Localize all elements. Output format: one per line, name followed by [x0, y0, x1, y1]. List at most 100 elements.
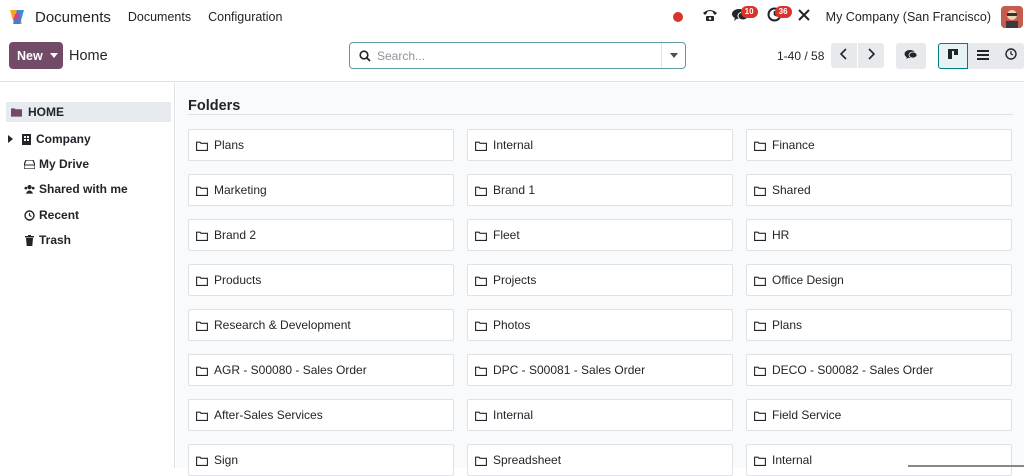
new-button[interactable]: New — [9, 42, 63, 69]
folder-icon — [196, 185, 208, 196]
folder-card[interactable]: After-Sales Services — [188, 399, 454, 431]
folder-name: Plans — [214, 138, 245, 152]
menu-configuration[interactable]: Configuration — [208, 10, 282, 24]
folder-card[interactable]: HR — [746, 219, 1012, 251]
folder-name: DPC - S00081 - Sales Order — [493, 363, 646, 377]
chatter-toggle-button[interactable] — [896, 43, 926, 69]
folder-name: Sign — [214, 453, 239, 467]
folder-card[interactable]: Plans — [188, 129, 454, 161]
folder-name: Office Design — [772, 273, 844, 287]
pager-next-button[interactable] — [858, 43, 884, 68]
folder-name: Projects — [493, 273, 537, 287]
trash-icon — [24, 234, 35, 246]
sidebar-item-shared-with-me[interactable]: Shared with me — [24, 179, 128, 199]
sidebar-item-label: HOME — [28, 105, 64, 119]
caret-right-icon[interactable] — [8, 135, 16, 143]
phone-icon — [702, 8, 718, 27]
sidebar-item-label: My Drive — [39, 157, 90, 171]
folder-icon — [475, 185, 487, 196]
folder-card[interactable]: Photos — [467, 309, 733, 341]
kanban-view-button[interactable] — [938, 43, 968, 69]
breadcrumb: Home — [69, 48, 108, 64]
control-panel: New Home 1-40 / 58 — [0, 34, 1024, 82]
folder-card[interactable]: AGR - S00080 - Sales Order — [188, 354, 454, 386]
folder-icon — [196, 320, 208, 331]
folder-icon — [475, 455, 487, 466]
search-bar[interactable] — [349, 42, 686, 69]
search-input[interactable] — [377, 48, 657, 63]
company-switcher[interactable]: My Company (San Francisco) — [826, 10, 991, 24]
activities-button[interactable]: 36 — [758, 0, 792, 34]
main-navbar: Documents Documents Configuration 10 36 — [0, 0, 1024, 34]
folder-icon — [196, 275, 208, 286]
folder-card[interactable]: DECO - S00082 - Sales Order — [746, 354, 1012, 386]
sidebar-item-home[interactable]: HOME — [6, 102, 171, 122]
app-name: Documents — [35, 8, 111, 26]
folder-name: Plans — [772, 318, 803, 332]
user-avatar[interactable] — [1001, 6, 1023, 28]
caret-down-icon — [669, 53, 678, 58]
phone-button[interactable] — [696, 0, 724, 34]
folder-card[interactable]: DPC - S00081 - Sales Order — [467, 354, 733, 386]
folder-card[interactable]: Finance — [746, 129, 1012, 161]
sidebar-item-label: Trash — [39, 233, 72, 247]
activity-view-button[interactable] — [998, 43, 1024, 69]
folder-name: Internal — [493, 408, 534, 422]
sidebar-item-recent[interactable]: Recent — [24, 205, 79, 225]
folder-card[interactable]: Plans — [746, 309, 1012, 341]
folder-name: DECO - S00082 - Sales Order — [772, 363, 934, 377]
folder-icon — [196, 140, 208, 151]
folder-name: Brand 1 — [493, 183, 536, 197]
debug-tools-button[interactable] — [792, 0, 816, 34]
folder-card[interactable]: Spreadsheet — [467, 444, 733, 476]
tools-icon — [797, 8, 811, 27]
sidebar-item-my-drive[interactable]: My Drive — [24, 154, 89, 174]
folder-card[interactable]: Brand 1 — [467, 174, 733, 206]
documents-app-icon — [8, 8, 26, 26]
folder-icon — [754, 365, 766, 376]
folder-card[interactable]: Office Design — [746, 264, 1012, 296]
sidebar-item-label: Recent — [39, 208, 80, 222]
folder-name: AGR - S00080 - Sales Order — [214, 363, 367, 377]
folder-name: Internal — [772, 453, 813, 467]
sidebar-item-company[interactable]: Company — [8, 129, 91, 149]
list-view-button[interactable] — [968, 43, 998, 69]
pager-previous-button[interactable] — [831, 43, 857, 68]
horizontal-scrollbar[interactable] — [908, 465, 1024, 467]
folder-icon — [475, 140, 487, 151]
folder-icon — [754, 230, 766, 241]
recording-indicator[interactable] — [672, 0, 696, 34]
folder-card[interactable]: Field Service — [746, 399, 1012, 431]
folder-card[interactable]: Internal — [467, 129, 733, 161]
folder-name: Products — [214, 273, 262, 287]
sidebar-item-trash[interactable]: Trash — [24, 230, 71, 250]
app-brand[interactable]: Documents — [8, 8, 111, 26]
folder-icon — [475, 410, 487, 421]
systray: 10 36 My Company (San Francisco) — [672, 0, 1024, 34]
folder-name: Photos — [493, 318, 531, 332]
folder-card[interactable]: Marketing — [188, 174, 454, 206]
folder-card[interactable]: Research & Development — [188, 309, 454, 341]
folder-icon — [754, 320, 766, 331]
folder-name: Finance — [772, 138, 815, 152]
search-icon — [359, 49, 371, 62]
folder-name: Marketing — [214, 183, 267, 197]
folder-card[interactable]: Sign — [188, 444, 454, 476]
folder-card[interactable]: Brand 2 — [188, 219, 454, 251]
messages-button[interactable]: 10 — [724, 0, 758, 34]
chevron-left-icon — [839, 47, 848, 65]
folder-card[interactable]: Projects — [467, 264, 733, 296]
search-options-toggle[interactable] — [661, 43, 685, 68]
clock-icon — [24, 209, 35, 221]
folder-card[interactable]: Shared — [746, 174, 1012, 206]
pager-value[interactable]: 1-40 / 58 — [777, 49, 824, 63]
folder-card[interactable]: Fleet — [467, 219, 733, 251]
folder-card[interactable]: Products — [188, 264, 454, 296]
folder-icon — [196, 365, 208, 376]
menu-documents[interactable]: Documents — [128, 10, 191, 24]
sidebar-item-label: Shared with me — [39, 182, 128, 196]
folder-card[interactable]: Internal — [746, 444, 1012, 476]
record-dot-icon — [672, 12, 683, 22]
folder-sidebar: HOME Company My Drive Shared with me Rec… — [0, 83, 175, 468]
folder-card[interactable]: Internal — [467, 399, 733, 431]
